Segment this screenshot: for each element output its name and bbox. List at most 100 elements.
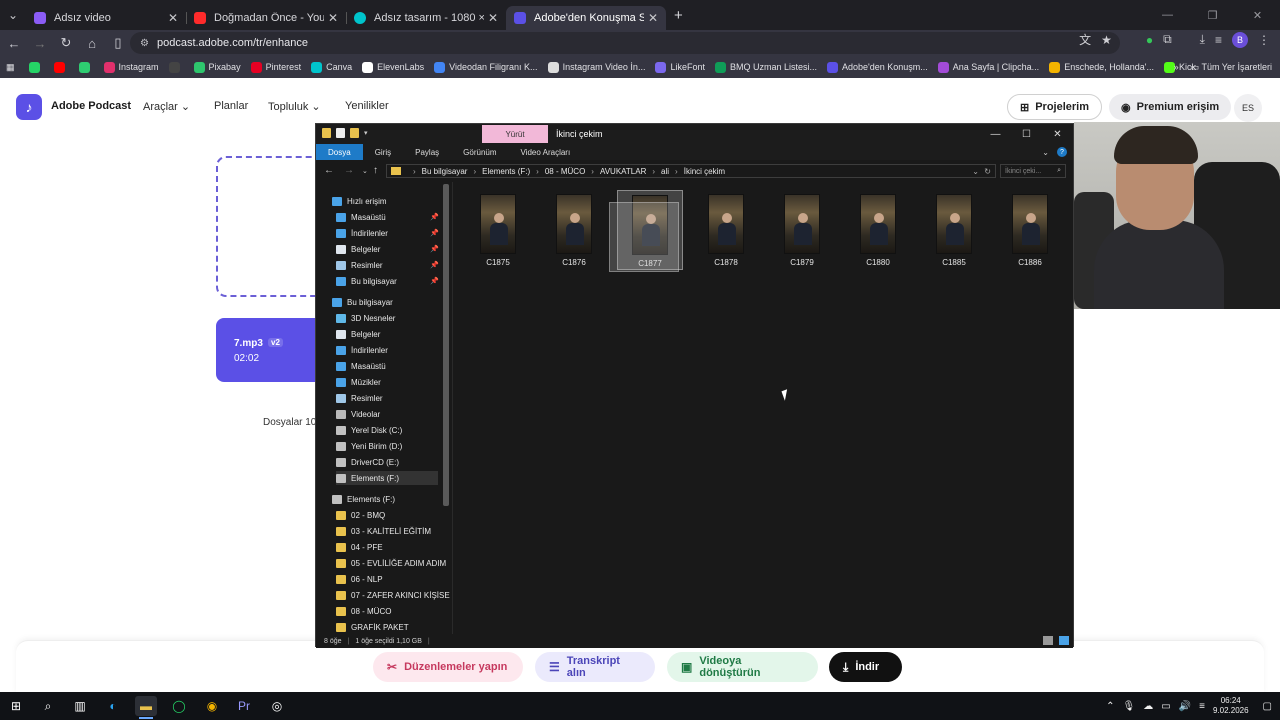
breadcrumb-item[interactable]: İkinci çekim bbox=[684, 167, 725, 176]
nav-item[interactable]: Elements (F:) bbox=[336, 471, 438, 485]
nav-whats-new[interactable]: Yenilikler bbox=[345, 100, 389, 112]
extension-icon[interactable]: ● bbox=[1146, 33, 1153, 47]
breadcrumb-item[interactable]: ali bbox=[661, 167, 669, 176]
file-thumbnail[interactable]: C1875 bbox=[465, 190, 531, 270]
tab-close-icon[interactable]: ✕ bbox=[488, 11, 498, 25]
brand-name[interactable]: Adobe Podcast bbox=[51, 100, 131, 112]
my-projects-button[interactable]: ⊞ Projelerim bbox=[1007, 94, 1103, 120]
tab-search-icon[interactable]: ⌄ bbox=[0, 0, 26, 30]
search-icon[interactable]: ⌕ bbox=[37, 696, 59, 716]
adobe-podcast-logo-icon[interactable]: ♪ bbox=[16, 94, 42, 120]
apps-icon[interactable]: ▦ bbox=[6, 62, 15, 73]
bookmark-item[interactable]: LikeFont bbox=[655, 61, 705, 73]
start-icon[interactable]: ⊞ bbox=[5, 696, 27, 716]
browser-tab[interactable]: Doğmadan Önce - YouTube ✕ bbox=[186, 6, 346, 30]
nav-item[interactable]: Yerel Disk (C:) bbox=[336, 423, 438, 437]
restore-icon[interactable]: ❐ bbox=[1190, 0, 1235, 30]
file-thumbnail[interactable]: C1880 bbox=[845, 190, 911, 270]
nav-item[interactable]: Müzikler bbox=[336, 375, 438, 389]
nav-item[interactable]: Resimler 📌 bbox=[336, 258, 439, 272]
bookmark-item[interactable]: Canva bbox=[311, 61, 352, 73]
media-icon[interactable]: ≡ bbox=[1215, 33, 1222, 47]
menu-icon[interactable]: ⋮ bbox=[1258, 33, 1270, 47]
edge-icon[interactable]: ◐ bbox=[102, 696, 124, 716]
nav-item[interactable]: Elements (F:) bbox=[332, 492, 438, 506]
clock[interactable]: 06:24 9.02.2026 bbox=[1213, 696, 1249, 716]
home-icon[interactable]: ⌂ bbox=[80, 31, 104, 55]
nav-item[interactable]: 04 - PFE bbox=[336, 540, 438, 554]
obs-icon[interactable]: ◎ bbox=[266, 696, 288, 716]
nav-item[interactable]: DriverCD (E:) bbox=[336, 455, 438, 469]
breadcrumb-item[interactable]: Bu bilgisayar bbox=[422, 167, 468, 176]
translate-icon[interactable]: 文 bbox=[1079, 31, 1091, 48]
minimize-icon[interactable]: — bbox=[1145, 0, 1190, 30]
qa-dropdown-icon[interactable]: ▾ bbox=[364, 129, 368, 137]
site-info-icon[interactable]: ⚙ bbox=[140, 38, 149, 49]
nav-item[interactable]: 07 - ZAFER AKINCI KİŞİSE bbox=[336, 588, 450, 602]
breadcrumb[interactable]: › Bu bilgisayar › Elements (F:) › 08 - M… bbox=[386, 164, 996, 178]
all-bookmarks-button[interactable]: ▭ Tüm Yer İşaretleri bbox=[1191, 62, 1272, 73]
back-icon[interactable]: ← bbox=[324, 165, 334, 176]
bookmark-item[interactable]: BMQ Uzman Listesi... bbox=[714, 61, 817, 73]
browser-tab-active[interactable]: Adobe'den Konuşma Sesini İyileştirme ✕ bbox=[506, 6, 666, 30]
nav-item[interactable]: Belgeler bbox=[336, 327, 438, 341]
up-icon[interactable]: ↑ bbox=[373, 165, 378, 176]
download-button[interactable]: ⤓ İndir bbox=[829, 652, 902, 682]
expand-ribbon-icon[interactable]: ⌄ bbox=[1042, 148, 1049, 157]
properties-icon[interactable] bbox=[336, 128, 345, 138]
whatsapp-icon[interactable]: ◯ bbox=[168, 696, 190, 716]
ribbon-context-tab[interactable]: Yürüt bbox=[482, 125, 548, 143]
nav-item[interactable]: 06 - NLP bbox=[336, 572, 438, 586]
forward-icon[interactable]: → bbox=[344, 165, 354, 176]
ribbon-tab-share[interactable]: Paylaş bbox=[403, 144, 451, 160]
large-icons-view-icon[interactable] bbox=[1059, 636, 1069, 645]
notifications-icon[interactable]: ▢ bbox=[1263, 701, 1272, 712]
bookmark-item[interactable] bbox=[53, 61, 69, 73]
recent-dropdown-icon[interactable]: ⌄ bbox=[362, 167, 368, 175]
bookmark-item[interactable]: Ana Sayfa | Clipcha... bbox=[937, 61, 1039, 73]
ribbon-tab-view[interactable]: Görünüm bbox=[451, 144, 508, 160]
minimize-icon[interactable]: — bbox=[980, 124, 1011, 144]
nav-item[interactable]: Yeni Birim (D:) bbox=[336, 439, 438, 453]
breadcrumb-item[interactable]: 08 - MÜCO bbox=[545, 167, 585, 176]
ribbon-tab-home[interactable]: Giriş bbox=[363, 144, 403, 160]
breadcrumb-item[interactable]: AVUKATLAR bbox=[600, 167, 646, 176]
onedrive-icon[interactable]: ☁ bbox=[1143, 701, 1153, 712]
nav-community[interactable]: Topluluk ⌄ bbox=[268, 100, 321, 113]
chevron-down-icon[interactable]: ⌄ bbox=[972, 167, 979, 176]
tab-close-icon[interactable]: ✕ bbox=[328, 11, 338, 25]
address-bar[interactable]: ⚙ podcast.adobe.com/tr/enhance bbox=[130, 32, 1120, 54]
nav-item[interactable]: GRAFİK PAKET bbox=[336, 620, 438, 634]
nav-item[interactable]: Masaüstü 📌 bbox=[336, 210, 439, 224]
search-input[interactable]: İkinci çeki... ⌕ bbox=[1000, 164, 1066, 178]
bookmark-item[interactable]: Adobe'den Konuşm... bbox=[827, 61, 928, 73]
bookmark-item[interactable] bbox=[28, 61, 44, 73]
tab-close-icon[interactable]: ✕ bbox=[648, 11, 658, 25]
nav-item[interactable]: Bu bilgisayar bbox=[332, 295, 438, 309]
ribbon-tab-file[interactable]: Dosya bbox=[316, 144, 363, 160]
new-folder-icon[interactable] bbox=[350, 128, 359, 138]
nav-item[interactable]: Bu bilgisayar 📌 bbox=[336, 274, 439, 288]
details-view-icon[interactable] bbox=[1043, 636, 1053, 645]
nav-tools[interactable]: Araçlar ⌄ bbox=[143, 100, 190, 113]
chrome-icon[interactable]: ◉ bbox=[201, 696, 223, 716]
bookmark-item[interactable] bbox=[168, 61, 184, 73]
new-tab-button[interactable]: + bbox=[674, 7, 683, 24]
file-explorer-icon[interactable]: ▬ bbox=[135, 696, 157, 719]
microphone-icon[interactable]: 🎙 bbox=[1123, 701, 1136, 712]
premium-access-button[interactable]: ◉ Premium erişim bbox=[1109, 94, 1232, 120]
bookmark-star-icon[interactable]: ★ bbox=[1101, 33, 1112, 47]
nav-item[interactable]: 05 - EVLİLİĞE ADIM ADIM bbox=[336, 556, 446, 570]
profile-avatar[interactable]: B bbox=[1232, 31, 1248, 48]
volume-icon[interactable]: 🔊 bbox=[1179, 701, 1191, 712]
network-icon[interactable]: ▭ bbox=[1161, 701, 1170, 712]
convert-to-video-button[interactable]: ▣ Videoya dönüştürün bbox=[667, 652, 818, 682]
reload-icon[interactable]: ↻ bbox=[54, 31, 78, 55]
forward-icon[interactable]: → bbox=[28, 31, 52, 55]
nav-item[interactable]: 02 - BMQ bbox=[336, 508, 438, 522]
breadcrumb-item[interactable]: Elements (F:) bbox=[482, 167, 530, 176]
nav-plans[interactable]: Planlar bbox=[214, 100, 248, 112]
nav-item[interactable]: 03 - KALİTELİ EĞİTİM bbox=[336, 524, 438, 538]
bookmark-item[interactable]: ElevenLabs bbox=[362, 61, 424, 73]
file-thumbnail[interactable]: C1878 bbox=[693, 190, 759, 270]
